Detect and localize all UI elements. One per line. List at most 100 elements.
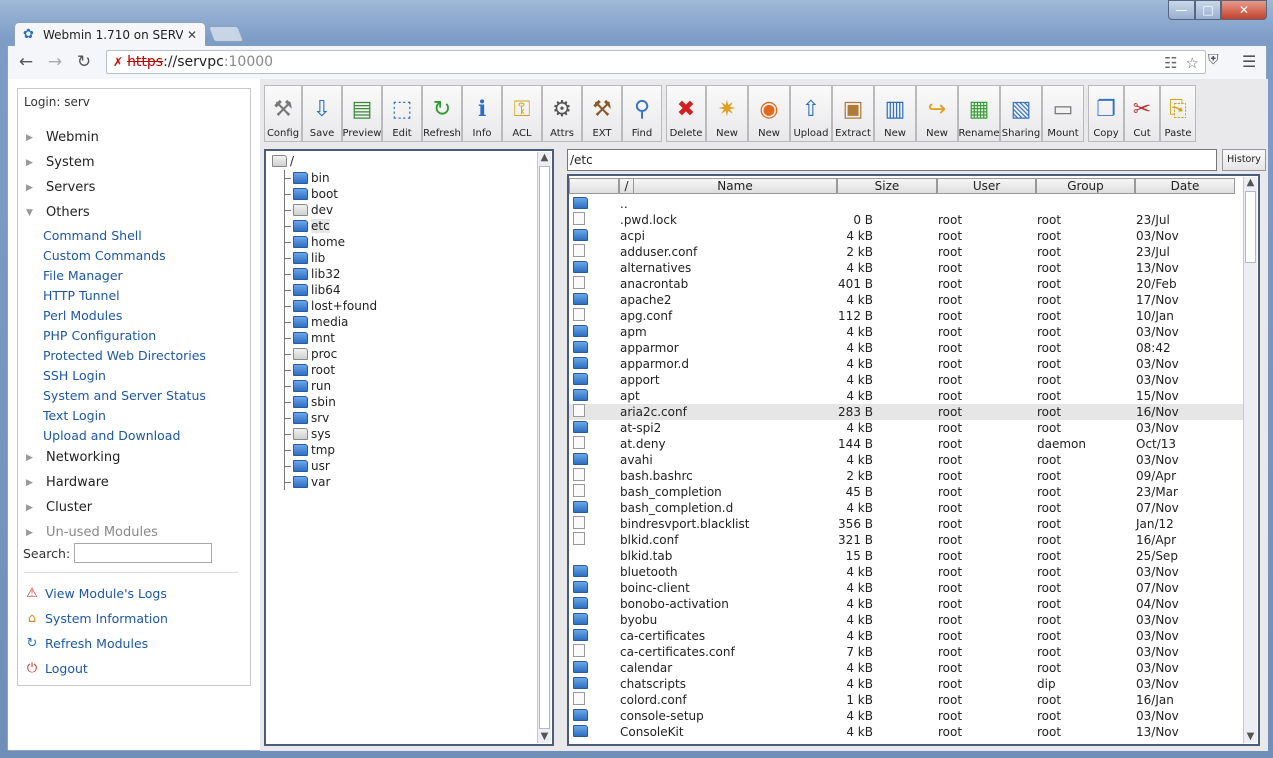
tree-scroll-thumb[interactable] [539, 166, 550, 729]
file-name[interactable]: colord.conf [619, 693, 837, 707]
tool-save-button[interactable]: ⇩ Save [302, 85, 342, 142]
col-user[interactable]: User [937, 178, 1036, 194]
tree-item[interactable]: mnt [285, 330, 377, 346]
module-link[interactable]: Text Login [43, 405, 250, 425]
col-icon[interactable] [569, 178, 619, 194]
category-hardware[interactable]: ▶ Hardware [18, 470, 250, 495]
col-date[interactable]: Date [1135, 178, 1235, 194]
category-networking[interactable]: ▶ Networking [18, 445, 250, 470]
file-name[interactable]: bash_completion [619, 485, 837, 499]
tool-new-button[interactable]: ▥ New [874, 85, 916, 142]
table-row[interactable]: at.deny 144 B root daemon Oct/13 [569, 436, 1244, 452]
file-name[interactable]: apparmor.d [619, 357, 837, 371]
tree-item[interactable]: var [285, 474, 377, 490]
new-tab-button[interactable] [208, 26, 244, 42]
browser-tab[interactable]: ✿ Webmin 1.710 on SERVPC ✕ [14, 22, 206, 46]
module-link[interactable]: System and Server Status [43, 385, 250, 405]
file-name[interactable]: bash_completion.d [619, 501, 837, 515]
tool-edit-button[interactable]: ⬚ Edit [382, 85, 422, 142]
tree-item[interactable]: proc [285, 346, 377, 362]
tool-extract-button[interactable]: ▣ Extract [832, 85, 874, 142]
history-button[interactable]: History [1222, 149, 1266, 171]
maximize-icon[interactable]: □ [1195, 0, 1221, 20]
minimize-icon[interactable]: — [1168, 0, 1195, 20]
file-name[interactable]: blkid.conf [619, 533, 837, 547]
file-name[interactable]: anacrontab [619, 277, 837, 291]
file-name[interactable]: calendar [619, 661, 837, 675]
table-row[interactable]: .. [569, 196, 1244, 212]
file-name[interactable]: alternatives [619, 261, 837, 275]
file-name[interactable]: .pwd.lock [619, 213, 837, 227]
table-row[interactable]: bonobo-activation 4 kB root root 04/Nov [569, 596, 1244, 612]
table-row[interactable]: bluetooth 4 kB root root 03/Nov [569, 564, 1244, 580]
tool-copy-button[interactable]: ❐ Copy [1088, 85, 1124, 142]
table-row[interactable]: ConsoleKit 4 kB root root 13/Nov [569, 724, 1244, 740]
table-row[interactable]: console-setup 4 kB root root 03/Nov [569, 708, 1244, 724]
tree-item[interactable]: dev [285, 202, 377, 218]
table-row[interactable]: apt 4 kB root root 15/Nov [569, 388, 1244, 404]
tree-item[interactable]: bin [285, 170, 377, 186]
table-row[interactable]: .pwd.lock 0 B root root 23/Jul [569, 212, 1244, 228]
tree-root[interactable]: / [272, 154, 294, 168]
table-row[interactable]: blkid.conf 321 B root root 16/Apr [569, 532, 1244, 548]
tab-close-icon[interactable]: ✕ [187, 28, 197, 42]
file-name[interactable]: adduser.conf [619, 245, 837, 259]
tool-refresh-button[interactable]: ↻ Refresh [422, 85, 462, 142]
table-row[interactable]: adduser.conf 2 kB root root 23/Jul [569, 244, 1244, 260]
extension-shield-icon[interactable]: ⛨ [1208, 52, 1219, 68]
tool-cut-button[interactable]: ✂ Cut [1124, 85, 1160, 142]
table-row[interactable]: anacrontab 401 B root root 20/Feb [569, 276, 1244, 292]
tool-info-button[interactable]: ℹ Info [462, 85, 502, 142]
tree-item[interactable]: tmp [285, 442, 377, 458]
tool-new-button[interactable]: ◉ New [748, 85, 790, 142]
table-row[interactable]: acpi 4 kB root root 03/Nov [569, 228, 1244, 244]
tool-find-button[interactable]: ⚲ Find [622, 85, 662, 142]
module-link[interactable]: SSH Login [43, 365, 250, 385]
table-row[interactable]: aria2c.conf 283 B root root 16/Nov [569, 404, 1244, 420]
col-name[interactable]: / Name [619, 178, 837, 194]
tree-item[interactable]: etc [285, 218, 377, 234]
table-row[interactable]: byobu 4 kB root root 03/Nov [569, 612, 1244, 628]
menu-icon[interactable]: ☰ [1242, 52, 1256, 71]
tree-item[interactable]: media [285, 314, 377, 330]
file-name[interactable]: bonobo-activation [619, 597, 837, 611]
tree-item[interactable]: run [285, 378, 377, 394]
search-input[interactable] [74, 543, 213, 563]
tree-item[interactable]: lost+found [285, 298, 377, 314]
table-row[interactable]: avahi 4 kB root root 03/Nov [569, 452, 1244, 468]
tool-acl-button[interactable]: ⚿ ACL [502, 85, 542, 142]
list-scroll-thumb[interactable] [1245, 191, 1256, 263]
file-name[interactable]: at-spi2 [619, 421, 837, 435]
table-row[interactable]: chatscripts 4 kB root dip 03/Nov [569, 676, 1244, 692]
tree-item[interactable]: root [285, 362, 377, 378]
insecure-lock-icon[interactable]: ✗ [113, 55, 123, 69]
file-name[interactable]: apparmor [619, 341, 837, 355]
tool-mount-button[interactable]: ▭ Mount [1042, 85, 1084, 142]
tool-rename-button[interactable]: ▦ Rename [958, 85, 1000, 142]
category-webmin[interactable]: ▶ Webmin [18, 125, 250, 150]
forward-icon[interactable]: → [44, 52, 66, 72]
tree-item[interactable]: srv [285, 410, 377, 426]
table-row[interactable]: at-spi2 4 kB root root 03/Nov [569, 420, 1244, 436]
sidebar-link[interactable]: ⏻ Logout [24, 656, 168, 681]
tool-new-button[interactable]: ↪ New [916, 85, 958, 142]
tree-item[interactable]: lib64 [285, 282, 377, 298]
table-row[interactable]: apg.conf 112 B root root 10/Jan [569, 308, 1244, 324]
scroll-down-icon[interactable]: ▼ [539, 731, 550, 743]
module-link[interactable]: Custom Commands [43, 245, 250, 265]
tree-item[interactable]: home [285, 234, 377, 250]
file-name[interactable]: ca-certificates.conf [619, 645, 837, 659]
table-row[interactable]: bash.bashrc 2 kB root root 09/Apr [569, 468, 1244, 484]
module-link[interactable]: Upload and Download [43, 425, 250, 445]
tree-scrollbar[interactable]: ▲ ▼ [537, 152, 551, 743]
table-row[interactable]: blkid.tab 15 B root root 25/Sep [569, 548, 1244, 564]
file-name[interactable]: apm [619, 325, 837, 339]
table-row[interactable]: calendar 4 kB root root 03/Nov [569, 660, 1244, 676]
tree-item[interactable]: sys [285, 426, 377, 442]
file-name[interactable]: apache2 [619, 293, 837, 307]
tool-sharing-button[interactable]: ▧ Sharing [1000, 85, 1042, 142]
file-name[interactable]: boinc-client [619, 581, 837, 595]
file-name[interactable]: bindresvport.blacklist [619, 517, 837, 531]
table-row[interactable]: apport 4 kB root root 03/Nov [569, 372, 1244, 388]
blocked-content-icon[interactable]: ☷ [1164, 54, 1177, 72]
